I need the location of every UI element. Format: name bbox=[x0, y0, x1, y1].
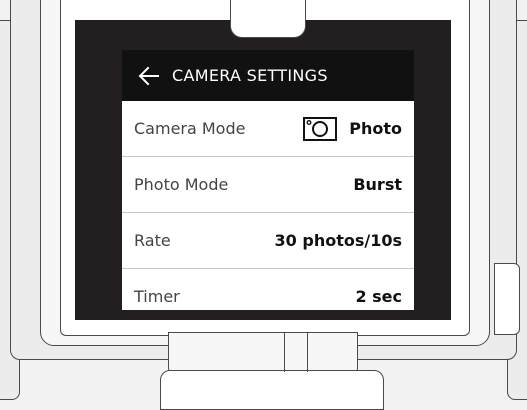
device-top-notch bbox=[230, 0, 306, 38]
setting-value: Photo bbox=[349, 119, 402, 138]
setting-label: Rate bbox=[134, 231, 171, 250]
setting-value: Burst bbox=[353, 175, 402, 194]
device-mount-split bbox=[284, 332, 308, 372]
camera-settings-panel: CAMERA SETTINGS Camera Mode Photo Photo … bbox=[122, 50, 414, 310]
setting-label: Timer bbox=[134, 287, 180, 306]
setting-row-photo-mode[interactable]: Photo Mode Burst bbox=[122, 157, 414, 213]
setting-row-rate[interactable]: Rate 30 photos/10s bbox=[122, 213, 414, 269]
setting-value: 30 photos/10s bbox=[274, 231, 402, 250]
back-arrow-icon[interactable] bbox=[138, 66, 160, 86]
device-mount-base bbox=[160, 370, 384, 410]
page-title: CAMERA SETTINGS bbox=[172, 66, 328, 85]
setting-label: Photo Mode bbox=[134, 175, 229, 194]
setting-row-timer[interactable]: Timer 2 sec bbox=[122, 269, 414, 310]
setting-value: 2 sec bbox=[355, 287, 402, 306]
setting-row-camera-mode[interactable]: Camera Mode Photo bbox=[122, 101, 414, 157]
setting-label: Camera Mode bbox=[134, 119, 246, 138]
panel-header: CAMERA SETTINGS bbox=[122, 50, 414, 101]
camera-icon bbox=[303, 116, 338, 141]
device-side-button[interactable] bbox=[494, 263, 520, 335]
